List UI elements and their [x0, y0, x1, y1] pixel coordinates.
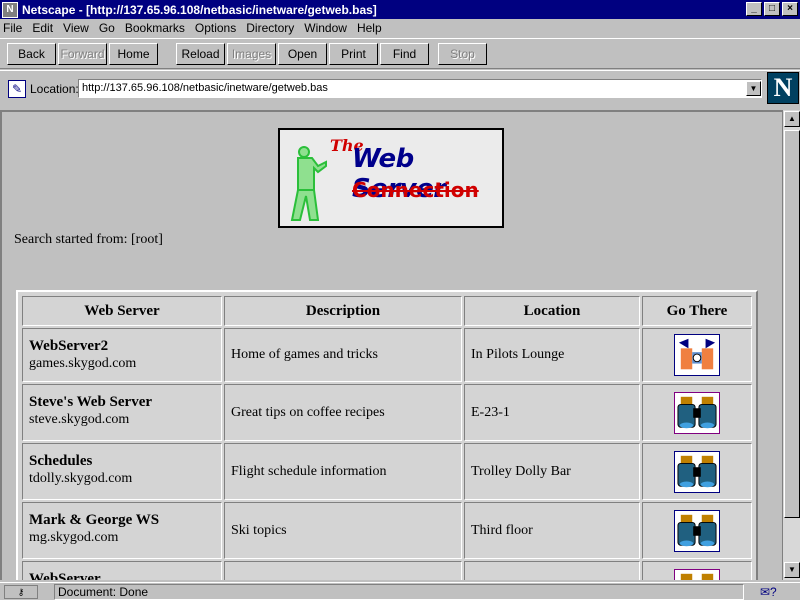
close-button[interactable]: ×	[782, 2, 798, 16]
window-title: Netscape - [http://137.65.96.108/netbasi…	[22, 2, 377, 17]
table-row-4-description	[224, 561, 462, 580]
table-row-0-location: In Pilots Lounge	[464, 328, 640, 382]
location-label: Location:	[30, 82, 79, 96]
vertical-scrollbar[interactable]: ▲ ▼	[782, 110, 800, 580]
menu-bookmarks[interactable]: Bookmarks	[125, 21, 185, 35]
table-row-3-description: Ski topics	[224, 502, 462, 559]
web-server-table: Web Server Description Location Go There…	[16, 290, 758, 580]
menu-bar: File Edit View Go Bookmarks Options Dire…	[0, 19, 800, 37]
menu-edit[interactable]: Edit	[32, 21, 53, 35]
server-name: WebServer2	[29, 338, 109, 354]
table-row-1-server: Steve's Web Server steve.skygod.com	[22, 384, 222, 441]
binoculars-icon[interactable]	[674, 569, 720, 580]
find-button[interactable]: Find	[380, 43, 429, 65]
table-row-3-location: Third floor	[464, 502, 640, 559]
menu-file[interactable]: File	[3, 21, 22, 35]
location-input[interactable]: http://137.65.96.108/netbasic/inetware/g…	[78, 79, 762, 98]
header-web-server: Web Server	[22, 296, 222, 326]
table-row-1-description: Great tips on coffee recipes	[224, 384, 462, 441]
menu-help[interactable]: Help	[357, 21, 382, 35]
security-key-icon[interactable]: ⚷	[4, 585, 38, 599]
netscape-logo[interactable]: N	[767, 72, 799, 104]
minimize-button[interactable]: _	[746, 2, 762, 16]
binoculars-icon[interactable]	[674, 450, 720, 493]
scroll-thumb[interactable]	[784, 130, 800, 518]
figure-illustration	[290, 146, 327, 221]
navigation-toolbar: Back Forward Home Reload Images Open Pri…	[0, 38, 800, 69]
table-row-0-go	[642, 328, 752, 382]
server-host: steve.skygod.com	[29, 412, 130, 427]
maximize-button[interactable]: □	[764, 2, 780, 16]
images-button[interactable]: Images	[227, 43, 276, 65]
scroll-up-icon[interactable]: ▲	[784, 111, 800, 127]
server-host: games.skygod.com	[29, 356, 137, 371]
banner-connection: Connection	[352, 178, 479, 202]
menu-go[interactable]: Go	[99, 21, 115, 35]
table-row-4-server: WebServer	[22, 561, 222, 580]
table-row-2-server: Schedules tdolly.skygod.com	[22, 443, 222, 500]
header-location: Location	[464, 296, 640, 326]
menu-window[interactable]: Window	[304, 21, 347, 35]
scroll-down-icon[interactable]: ▼	[784, 562, 800, 578]
table-row-2-description: Flight schedule information	[224, 443, 462, 500]
games-icon[interactable]	[674, 334, 720, 376]
table-row-4-location	[464, 561, 640, 580]
netscape-app-icon[interactable]: N	[2, 1, 18, 18]
table-row-0-server: WebServer2 games.skygod.com	[22, 328, 222, 382]
location-bar: ✎ Location: http://137.65.96.108/netbasi…	[0, 70, 800, 106]
header-description: Description	[224, 296, 462, 326]
server-host: mg.skygod.com	[29, 530, 119, 545]
menu-view[interactable]: View	[63, 21, 89, 35]
server-name: WebServer	[29, 571, 101, 580]
stop-button[interactable]: Stop	[438, 43, 487, 65]
window-controls: _ □ ×	[746, 2, 798, 16]
table-row-3-server: Mark & George WS mg.skygod.com	[22, 502, 222, 559]
bookmark-link-icon[interactable]: ✎	[8, 80, 26, 98]
menu-options[interactable]: Options	[195, 21, 236, 35]
reload-button[interactable]: Reload	[176, 43, 225, 65]
table-row-4-go	[642, 561, 752, 580]
forward-button[interactable]: Forward	[58, 43, 107, 65]
search-started-text: Search started from: [root]	[14, 232, 163, 247]
binoculars-icon[interactable]	[674, 391, 720, 434]
table-row-2-go	[642, 443, 752, 500]
table-row-1-location: E-23-1	[464, 384, 640, 441]
page-content: The Web Server Connection Search started…	[0, 110, 782, 580]
mail-icon[interactable]: ✉?	[760, 585, 788, 599]
table-row-2-location: Trolley Dolly Bar	[464, 443, 640, 500]
server-name: Schedules	[29, 453, 93, 469]
location-dropdown-icon[interactable]: ▼	[746, 81, 761, 96]
print-button[interactable]: Print	[329, 43, 378, 65]
status-text: Document: Done	[54, 584, 744, 600]
server-name: Steve's Web Server	[29, 394, 153, 410]
table-row-3-go	[642, 502, 752, 559]
web-server-connection-banner: The Web Server Connection	[278, 128, 504, 228]
menu-directory[interactable]: Directory	[246, 21, 294, 35]
title-bar: N Netscape - [http://137.65.96.108/netba…	[0, 0, 800, 19]
server-name: Mark & George WS	[29, 512, 160, 528]
status-bar: ⚷ Document: Done ✉?	[0, 582, 800, 600]
home-button[interactable]: Home	[109, 43, 158, 65]
table-row-0-description: Home of games and tricks	[224, 328, 462, 382]
binoculars-icon[interactable]	[674, 509, 720, 552]
header-go-there: Go There	[642, 296, 752, 326]
table-row-1-go	[642, 384, 752, 441]
open-button[interactable]: Open	[278, 43, 327, 65]
back-button[interactable]: Back	[7, 43, 56, 65]
server-host: tdolly.skygod.com	[29, 471, 133, 486]
